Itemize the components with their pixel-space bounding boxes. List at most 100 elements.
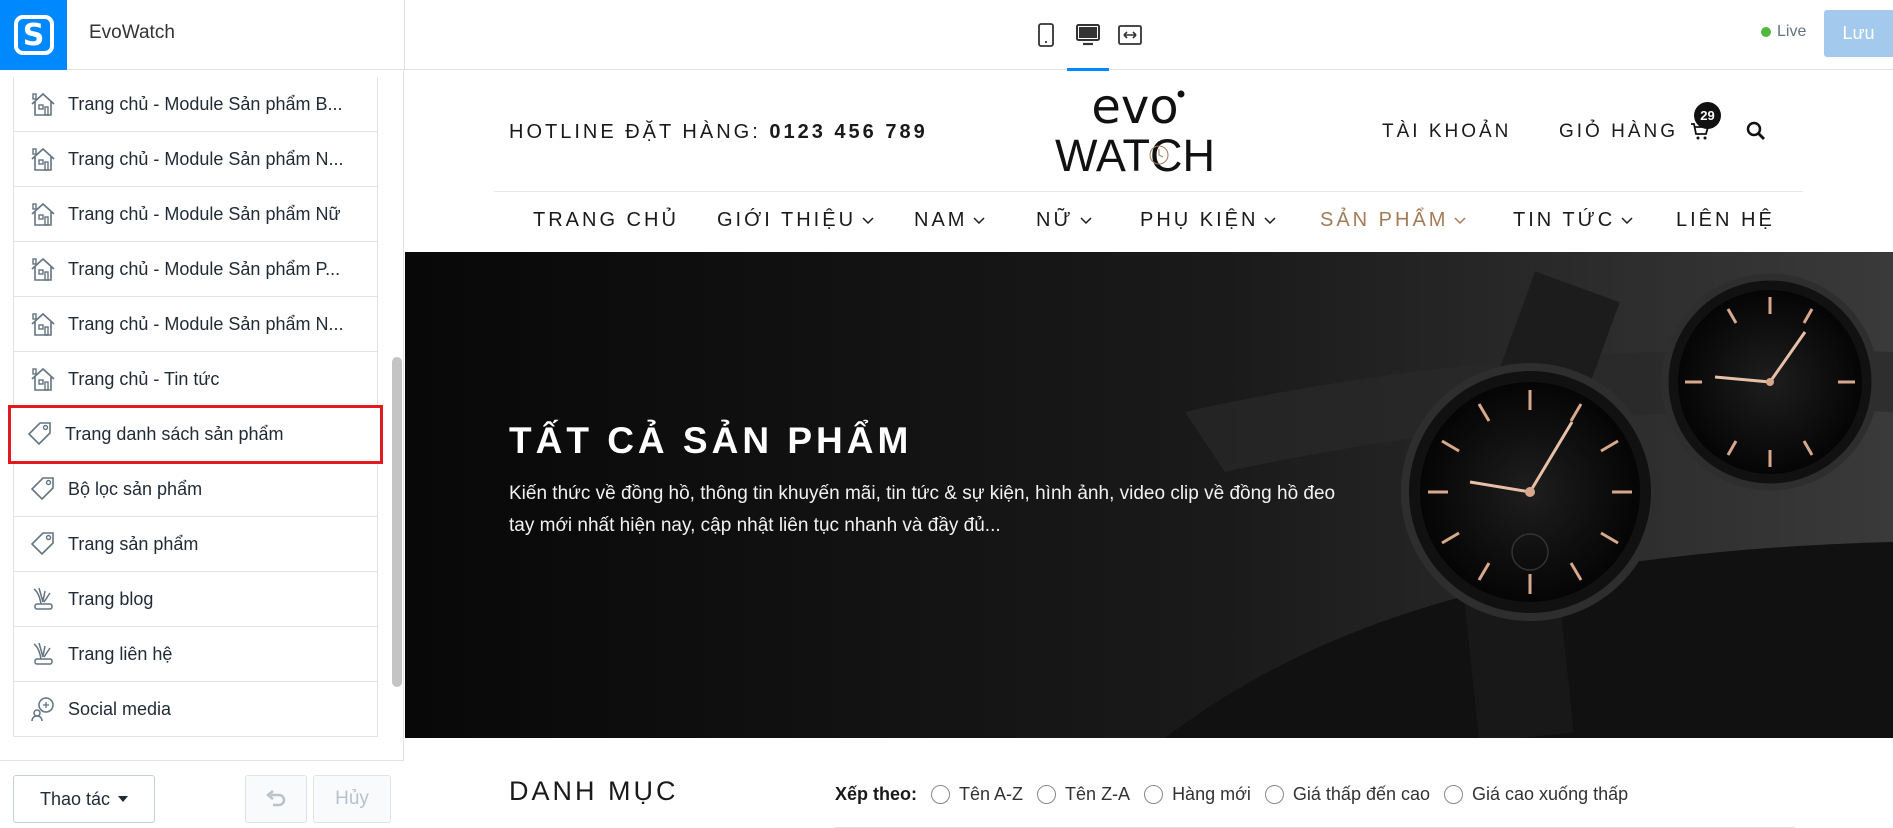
nav-label: TRANG CHỦ [533,209,679,231]
section-label: Trang danh sách sản phẩm [65,423,284,444]
chevron-down-icon [1621,216,1633,224]
top-bar: S EvoWatch Live Lưu [0,0,1893,72]
sort-option[interactable]: Tên A-Z [931,784,1023,805]
blog-icon [33,642,53,665]
save-button[interactable]: Lưu [1824,10,1893,57]
nav-item-san-pham[interactable]: SẢN PHẨM [1320,209,1513,232]
sidebar: Trang chủ - Module Sản phẩm B... Trang c… [0,70,404,828]
social-icon [31,697,54,722]
sort-option-label: Giá thấp đến cao [1292,784,1431,804]
section-item[interactable]: Trang sản phẩm [13,517,378,572]
section-item[interactable]: Trang chủ - Module Sản phẩm B... [13,77,378,132]
nav-divider [494,191,1803,192]
nav-item-phu-kien[interactable]: PHỤ KIỆN [1140,209,1320,232]
section-item[interactable]: Trang chủ - Module Sản phẩm Nữ [13,187,378,242]
chevron-down-icon [862,216,874,224]
logo-letter: S [13,15,54,55]
radio-button[interactable] [1144,785,1164,804]
site-preview: HOTLINE ĐẶT HÀNG: 0123 456 789 evo WATCH… [405,71,1893,828]
undo-button[interactable] [245,775,307,823]
divider [404,0,405,70]
sidebar-actions: Thao tác Hủy [0,760,404,828]
app-logo[interactable]: S [0,0,67,70]
account-link[interactable]: TÀI KHOẢN [1382,121,1511,143]
blog-icon [33,587,53,610]
mobile-icon [1038,23,1054,47]
brand-bottom: WATCH [1055,130,1215,175]
sort-option[interactable]: Tên Z-A [1037,784,1130,805]
section-label: Trang chủ - Module Sản phẩm N... [68,313,344,334]
radio-button[interactable] [1444,785,1464,804]
cart-count-badge: 29 [1694,102,1721,129]
main-nav: TRANG CHỦ GIỚI THIỆU NAM NỮ PHỤ KIỆN SẢN… [533,209,1775,232]
section-label: Bộ lọc sản phẩm [68,478,203,499]
store-name: EvoWatch [89,22,175,43]
section-label: Trang chủ - Module Sản phẩm Nữ [68,203,341,224]
chevron-down-icon [1454,216,1466,224]
sidebar-scrollbar[interactable] [392,357,402,687]
section-item[interactable]: Trang liên hệ [13,627,378,682]
sort-option-label: Tên A-Z [959,784,1024,804]
live-dot [1761,27,1771,37]
radio-button[interactable] [931,785,951,804]
home-icon [31,147,55,171]
desktop-view-button[interactable] [1067,15,1109,72]
section-item[interactable]: Trang blog [13,572,378,627]
sort-option-label: Tên Z-A [1065,784,1131,804]
brand-top: evo [1091,85,1178,135]
nav-item-tin-tuc[interactable]: TIN TỨC [1513,209,1676,232]
radio-button[interactable] [1037,785,1057,804]
section-item[interactable]: Trang chủ - Module Sản phẩm P... [13,242,378,297]
nav-label: LIÊN HỆ [1676,209,1775,231]
nav-item-trang-chu[interactable]: TRANG CHỦ [533,209,717,232]
cart-link[interactable]: GIỎ HÀNG [1559,121,1678,143]
section-label: Social media [68,698,172,719]
nav-item-lien-he[interactable]: LIÊN HỆ [1676,209,1775,232]
section-label: Trang liên hệ [68,643,173,664]
hero-title: TẤT CẢ SẢN PHẨM [509,420,913,461]
sort-option[interactable]: Giá thấp đến cao [1264,784,1431,805]
tag-icon [27,422,51,446]
section-item[interactable]: Trang chủ - Tin tức [13,352,378,407]
brand-logo[interactable]: evo WATCH [1055,85,1215,175]
section-item[interactable]: Trang chủ - Module Sản phẩm N... [13,297,378,352]
fullwidth-icon [1118,25,1142,45]
live-label: Live [1777,23,1807,40]
search-icon[interactable] [1746,121,1766,141]
hotline-number[interactable]: 0123 456 789 [769,121,927,143]
tag-icon [30,477,54,501]
nav-label: NAM [914,209,968,231]
home-icon [31,92,55,116]
chevron-down-icon [973,216,985,224]
sort-option-label: Hàng mới [1172,784,1251,804]
radio-button[interactable] [1264,785,1284,804]
nav-label: NỮ [1036,209,1074,231]
desktop-icon [1076,24,1100,46]
nav-item-gioi-thieu[interactable]: GIỚI THIỆU [717,209,914,232]
section-item[interactable]: Social media [13,682,378,737]
nav-label: TIN TỨC [1513,209,1616,231]
section-item[interactable]: Trang chủ - Module Sản phẩm N... [13,132,378,187]
section-label: Trang chủ - Tin tức [68,368,220,389]
sort-option[interactable]: Hàng mới [1144,784,1251,805]
nav-item-nu[interactable]: NỮ [1036,209,1140,232]
live-status: Live [1761,23,1806,41]
home-icon [31,367,55,391]
sort-option-label: Giá cao xuống thấp [1472,784,1629,804]
caret-down-icon [118,796,129,802]
sort-option[interactable]: Giá cao xuống thấp [1444,784,1628,805]
mobile-view-button[interactable] [1026,15,1066,55]
actions-dropdown[interactable]: Thao tác [13,775,155,823]
cancel-button[interactable]: Hủy [313,775,391,823]
nav-item-nam[interactable]: NAM [914,209,1036,232]
section-item-selected[interactable]: Trang danh sách sản phẩm [8,405,383,464]
section-label: Trang chủ - Module Sản phẩm B... [68,93,343,114]
sort-label: Xếp theo: [835,784,918,804]
hero-banner: TẤT CẢ SẢN PHẨM Kiến thức về đồng hồ, th… [405,252,1893,738]
section-item[interactable]: Bộ lọc sản phẩm [13,462,378,517]
section-label: Trang blog [68,588,154,609]
nav-label: GIỚI THIỆU [717,209,857,231]
fullwidth-view-button[interactable] [1110,15,1150,55]
section-label: Trang chủ - Module Sản phẩm N... [68,148,344,169]
hero-description: Kiến thức về đồng hồ, thông tin khuyến m… [509,483,1336,536]
